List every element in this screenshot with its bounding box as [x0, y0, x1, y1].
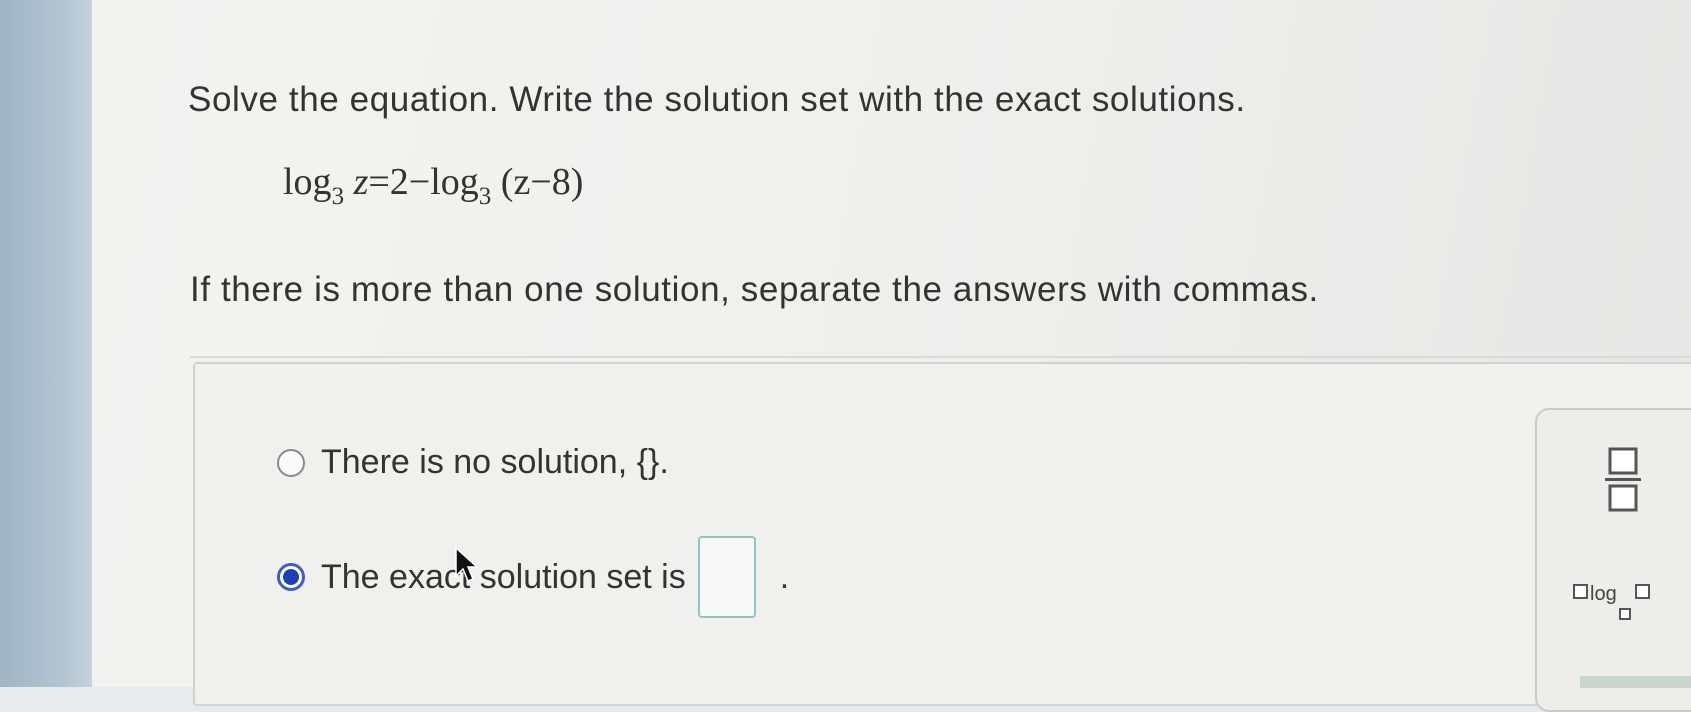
radio-exact-solution[interactable] [277, 563, 305, 591]
eq-rhs-arg: (z−8) [500, 161, 584, 203]
eq-rhs-fn: log [430, 161, 479, 203]
eq-rhs-base: 3 [478, 183, 492, 210]
log-template-button[interactable]: log [1573, 584, 1650, 620]
question-prompt: Solve the equation. Write the solution s… [188, 80, 1246, 119]
answer-panel [193, 362, 1691, 706]
option-exact-solution-period: . [779, 557, 790, 596]
log-template-label: log [1590, 583, 1617, 605]
log-coefficient-box-icon [1573, 584, 1588, 599]
eq-equals: = [368, 161, 390, 203]
option-no-solution[interactable]: There is no solution, {}. [277, 443, 669, 482]
section-divider [190, 356, 1691, 358]
option-no-solution-label: There is no solution, {}. [321, 443, 669, 481]
option-exact-solution[interactable]: The exact solution set is . [277, 536, 789, 618]
equation: log3 z=2−log3 (z−8) [283, 160, 583, 211]
eq-minus: − [408, 161, 431, 203]
eq-lhs-arg: z [353, 161, 369, 203]
question-instruction: If there is more than one solution, sepa… [190, 270, 1319, 309]
eq-lhs-fn: log [283, 161, 332, 203]
fraction-template-icon[interactable] [1605, 446, 1641, 514]
eq-lhs-base: 3 [331, 183, 345, 210]
eq-constant: 2 [389, 161, 409, 203]
log-base-box-icon [1618, 608, 1631, 620]
palette-bottom-strip [1580, 676, 1691, 688]
radio-no-solution[interactable] [277, 448, 305, 477]
option-exact-solution-label: The exact solution set is [321, 557, 686, 596]
left-background-edge [0, 0, 92, 687]
mouse-cursor-icon [455, 546, 478, 582]
solution-answer-box[interactable] [697, 536, 756, 618]
log-argument-box-icon [1634, 584, 1650, 599]
